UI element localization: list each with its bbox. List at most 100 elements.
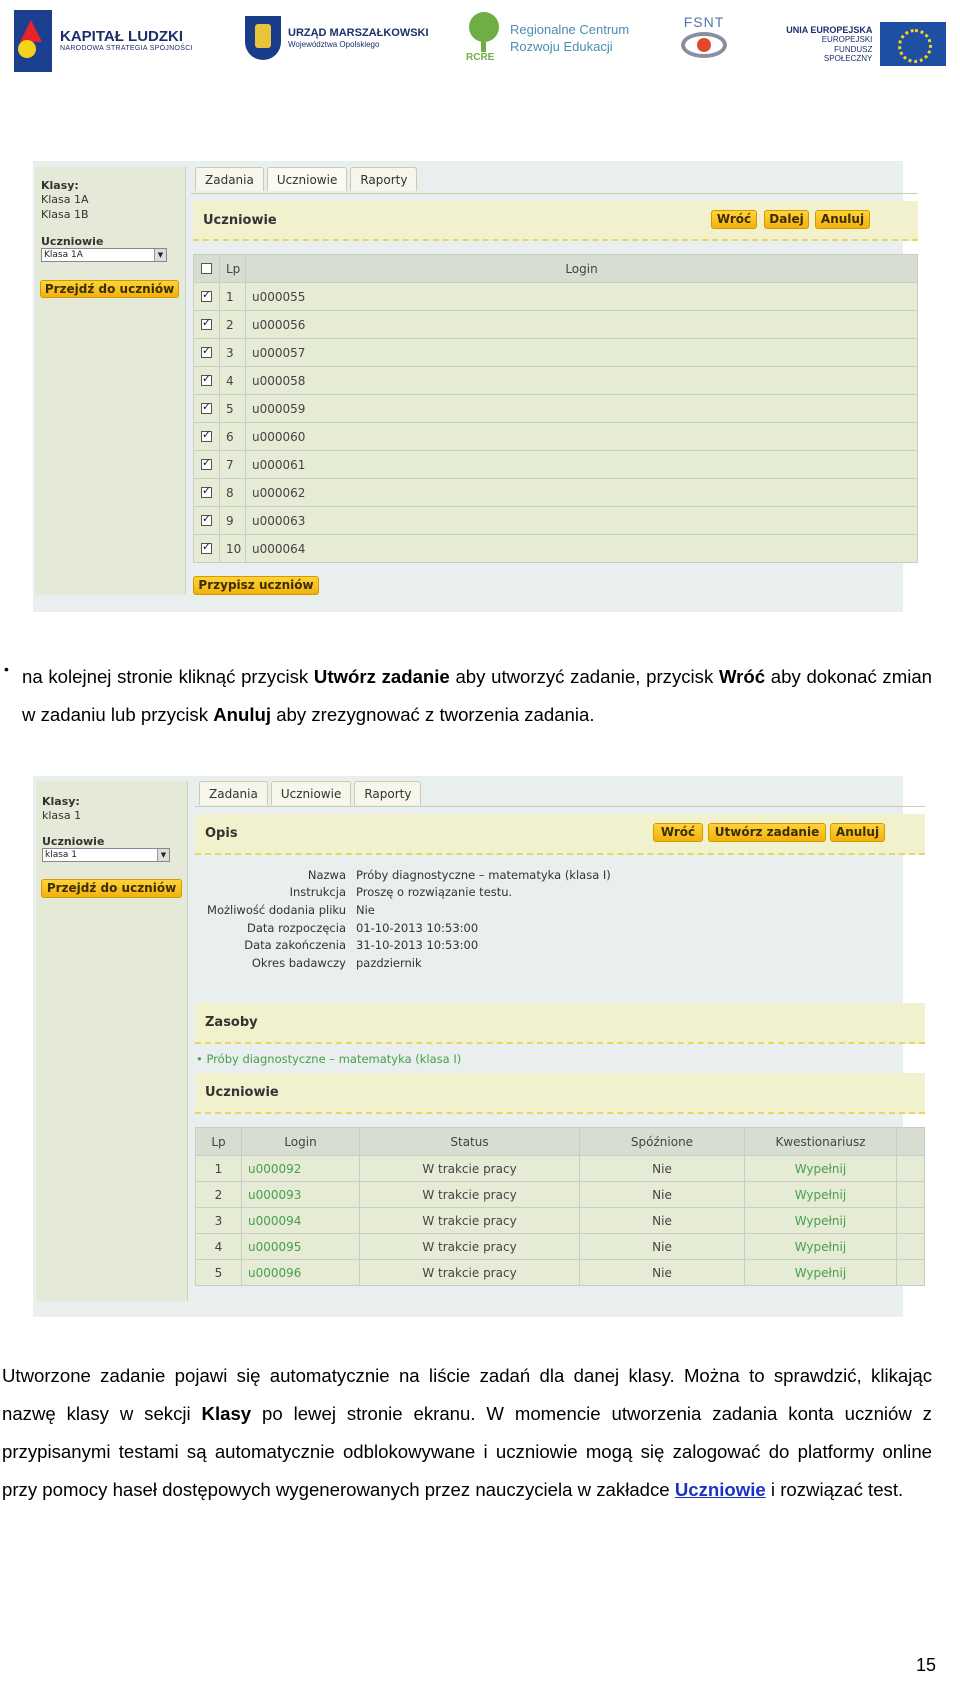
- row-checkbox[interactable]: [201, 316, 212, 330]
- row-fill-questionnaire-link[interactable]: Wypełnij: [745, 1234, 897, 1259]
- tab-students[interactable]: Uczniowie: [266, 167, 348, 191]
- urzad-title: URZĄD MARSZAŁKOWSKI: [288, 27, 429, 40]
- header-lp: Lp: [196, 1128, 242, 1155]
- row-fill-questionnaire-link[interactable]: Wypełnij: [745, 1182, 897, 1207]
- task-details: Nazwa Próby diagnostyczne – matematyka (k…: [196, 866, 896, 972]
- eu-logo: UNIA EUROPEJSKA EUROPEJSKI FUNDUSZ SPOŁE…: [784, 22, 946, 66]
- table-row: 4 u000095 W trakcie pracy Nie Wypełnij: [196, 1233, 924, 1259]
- back-button[interactable]: Wróć: [711, 210, 757, 229]
- bullet-bold-cancel: Anuluj: [213, 704, 272, 725]
- row-status: W trakcie pracy: [360, 1234, 580, 1259]
- tab-divider: [195, 806, 925, 807]
- eu-line1: UNIA EUROPEJSKA: [786, 25, 873, 36]
- class-link[interactable]: Klasa 1B: [41, 207, 179, 222]
- students-status-table: Lp Login Status Spóźnione Kwestionariusz…: [195, 1127, 925, 1286]
- rcre-line1: Regionalne Centrum: [510, 22, 630, 38]
- row-fill-questionnaire-link[interactable]: Wypełnij: [745, 1156, 897, 1181]
- class-select-value: klasa 1: [45, 850, 78, 860]
- row-login: u000056: [252, 317, 306, 332]
- detail-value: Próby diagnostyczne – matematyka (klasa …: [356, 867, 611, 882]
- row-checkbox[interactable]: [201, 456, 212, 470]
- row-login: u000061: [252, 457, 306, 472]
- row-select-cell: [194, 423, 220, 450]
- cancel-button[interactable]: Anuluj: [815, 210, 870, 229]
- students-tab-link[interactable]: Uczniowie: [675, 1479, 766, 1500]
- row-lp: 3: [196, 1208, 242, 1233]
- detail-value: Proszę o rozwiązanie testu.: [356, 885, 513, 900]
- row-login-link[interactable]: u000095: [242, 1234, 360, 1259]
- classes-heading: Klasy:: [42, 795, 80, 808]
- detail-row: Okres badawczy pazdziernik: [196, 954, 896, 972]
- row-late: Nie: [580, 1182, 745, 1207]
- table-row: 8 u000062: [194, 478, 917, 506]
- row-select-cell: [194, 451, 220, 478]
- urzad-marszalkowski-logo: URZĄD MARSZAŁKOWSKI Województwa Opolskie…: [245, 16, 429, 60]
- row-lp: 8: [220, 479, 246, 506]
- row-login: u000063: [252, 513, 306, 528]
- tab-tasks[interactable]: Zadania: [199, 781, 268, 805]
- cancel-button[interactable]: Anuluj: [830, 823, 885, 842]
- row-checkbox[interactable]: [201, 512, 212, 526]
- row-fill-questionnaire-link[interactable]: Wypełnij: [745, 1260, 897, 1285]
- row-late: Nie: [580, 1208, 745, 1233]
- screenshot-assign-students: Klasy: Klasa 1A Klasa 1B Uczniowie Klasa…: [33, 161, 918, 612]
- row-login: u000058: [252, 373, 306, 388]
- back-button[interactable]: Wróć: [653, 823, 703, 842]
- row-lp: 3: [220, 339, 246, 366]
- row-login-link[interactable]: u000093: [242, 1182, 360, 1207]
- header-logos: KAPITAŁ LUDZKI NARODOWA STRATEGIA SPÓJNO…: [14, 8, 946, 74]
- tab-reports[interactable]: Raporty: [350, 167, 418, 191]
- row-checkbox[interactable]: [201, 288, 212, 302]
- class-link[interactable]: klasa 1: [42, 808, 181, 823]
- row-checkbox[interactable]: [201, 428, 212, 442]
- resource-link[interactable]: Próby diagnostyczne – matematyka (klasa …: [206, 1052, 461, 1066]
- tab-tasks[interactable]: Zadania: [195, 167, 264, 191]
- resource-item[interactable]: • Próby diagnostyczne – matematyka (klas…: [196, 1052, 461, 1066]
- row-lp: 10: [220, 535, 246, 562]
- section-header-students: Uczniowie: [193, 201, 918, 241]
- bullet-text: aby utworzyć zadanie, przycisk: [449, 666, 719, 687]
- go-to-students-button[interactable]: Przejdź do uczniów: [41, 879, 182, 898]
- row-checkbox[interactable]: [201, 540, 212, 554]
- row-login: u000057: [252, 345, 306, 360]
- row-select-cell: [194, 367, 220, 394]
- tab-students[interactable]: Uczniowie: [270, 781, 352, 805]
- select-all-checkbox[interactable]: [201, 263, 212, 274]
- kapital-ludzki-logo: KAPITAŁ LUDZKI NARODOWA STRATEGIA SPÓJNO…: [14, 10, 193, 72]
- row-lp: 1: [220, 283, 246, 310]
- row-checkbox[interactable]: [201, 484, 212, 498]
- go-to-students-button[interactable]: Przejdź do uczniów: [40, 280, 179, 298]
- class-link[interactable]: Klasa 1A: [41, 192, 179, 207]
- header-late: Spóźnione: [580, 1128, 745, 1155]
- table-row: 7 u000061: [194, 450, 917, 478]
- row-checkbox[interactable]: [201, 400, 212, 414]
- class-select[interactable]: Klasa 1A ▼: [41, 248, 167, 262]
- row-checkbox[interactable]: [201, 372, 212, 386]
- rcre-abbr: RCRE: [466, 52, 495, 63]
- row-checkbox[interactable]: [201, 344, 212, 358]
- row-login-link[interactable]: u000094: [242, 1208, 360, 1233]
- row-status: W trakcie pracy: [360, 1182, 580, 1207]
- assign-students-button[interactable]: Przypisz uczniów: [193, 576, 319, 595]
- detail-row: Nazwa Próby diagnostyczne – matematyka (k…: [196, 866, 896, 884]
- detail-label: Data zakończenia: [244, 938, 346, 953]
- detail-value: 01-10-2013 10:53:00: [356, 920, 479, 935]
- eu-line2: EUROPEJSKI: [821, 35, 873, 45]
- class-select[interactable]: klasa 1 ▼: [42, 848, 170, 862]
- detail-label: Instrukcja: [289, 885, 346, 900]
- header-lp: Lp: [220, 255, 246, 282]
- coat-of-arms-icon: [245, 16, 281, 60]
- detail-value: pazdziernik: [356, 955, 422, 970]
- class-select-value: Klasa 1A: [44, 250, 83, 260]
- create-task-button[interactable]: Utwórz zadanie: [708, 823, 826, 842]
- row-login-link[interactable]: u000092: [242, 1156, 360, 1181]
- row-login-link[interactable]: u000096: [242, 1260, 360, 1285]
- tree-icon: RCRE: [466, 12, 502, 66]
- row-lp: 4: [220, 367, 246, 394]
- row-fill-questionnaire-link[interactable]: Wypełnij: [745, 1208, 897, 1233]
- sidebar: Klasy: klasa 1 Uczniowie klasa 1 ▼: [36, 781, 188, 1301]
- next-button[interactable]: Dalej: [764, 210, 809, 229]
- tab-reports[interactable]: Raporty: [354, 781, 422, 805]
- table-row: 3 u000057: [194, 338, 917, 366]
- detail-value: 31-10-2013 10:53:00: [356, 938, 479, 953]
